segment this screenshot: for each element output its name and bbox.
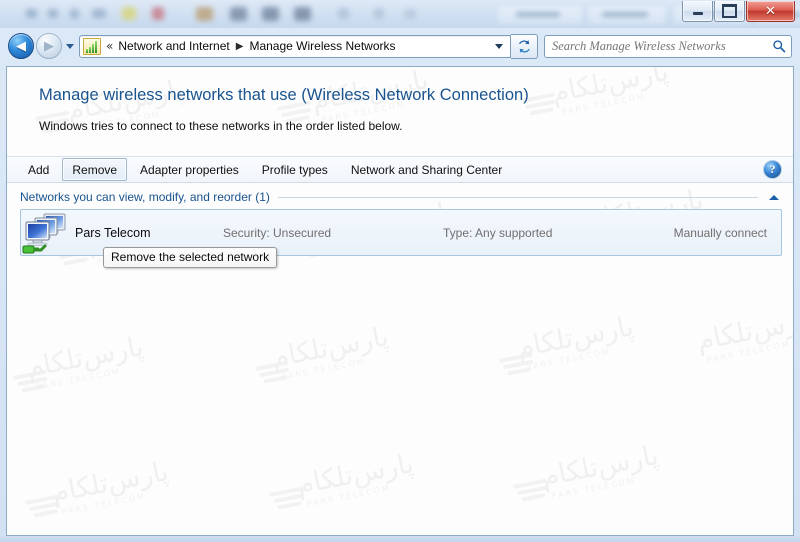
search-box[interactable] [544, 34, 792, 58]
chevron-down-icon [495, 43, 503, 49]
help-icon: ? [763, 160, 782, 179]
breadcrumb-overflow-icon[interactable]: « [106, 39, 113, 53]
window-controls: ✕ [681, 1, 795, 23]
section-divider [277, 196, 758, 198]
maximize-button[interactable] [714, 1, 745, 22]
command-toolbar: Add Remove Adapter properties Profile ty… [7, 156, 793, 183]
network-computers-icon [21, 210, 75, 255]
refresh-button[interactable] [511, 33, 538, 59]
watermark-grid-icon [12, 368, 57, 401]
breadcrumb-separator-icon: ▶ [235, 40, 244, 52]
search-icon[interactable] [771, 39, 787, 53]
close-button[interactable]: ✕ [746, 1, 795, 22]
watermark: پارس‌تلکامPARS TELECOM [539, 440, 662, 501]
back-arrow-icon: ◀ [16, 38, 26, 54]
toolbar-button-remove[interactable]: Remove [62, 158, 128, 181]
tooltip: Remove the selected network [103, 247, 278, 268]
watermark-grid-icon [24, 493, 69, 526]
toolbar-button-network-and-sharing-center[interactable]: Network and Sharing Center [341, 158, 512, 181]
section-label: Networks you can view, modify, and reord… [20, 190, 270, 204]
page-title: Manage wireless networks that use (Wirel… [39, 86, 529, 104]
refresh-icon [518, 39, 530, 53]
help-button[interactable]: ? [763, 160, 783, 180]
search-input[interactable] [552, 38, 771, 54]
watermark: پارس‌تلکامPARS TELECOM [694, 304, 793, 365]
watermark: پارس‌تلکامPARS TELECOM [514, 311, 637, 372]
watermark-grid-icon [268, 485, 313, 518]
forward-arrow-icon: ▶ [44, 38, 54, 54]
chevron-down-icon [65, 43, 74, 49]
maximize-icon [722, 4, 737, 18]
recent-pages-button[interactable] [62, 34, 77, 58]
content-pane: پارس‌تلکام PARS TELECOM پارس‌تلکام PARS TE… [6, 66, 794, 536]
address-bar: ◀ ▶ « Network and Internet ▶ Manage Wire… [0, 28, 800, 64]
watermark: پارس‌تلکامPARS TELECOM [294, 448, 417, 509]
watermark: پارس‌تلکامPARS TELECOM [24, 331, 147, 392]
toolbar-button-profile-types[interactable]: Profile types [252, 158, 338, 181]
network-type: Type: Any supported [443, 225, 553, 240]
close-icon: ✕ [765, 3, 776, 19]
minimize-icon [692, 12, 703, 15]
window-root: ✕ ◀ ▶ « Network and Internet ▶ Manage Wi… [0, 0, 800, 542]
section-header: Networks you can view, modify, and reord… [20, 188, 782, 206]
breadcrumb[interactable]: « Network and Internet ▶ Manage Wireless… [79, 34, 511, 58]
breadcrumb-item-manage-wireless-networks[interactable]: Manage Wireless Networks [249, 39, 395, 53]
watermark-grid-icon [512, 477, 557, 510]
chevron-up-icon [769, 194, 779, 200]
network-connection-mode: Manually connect [673, 225, 767, 240]
network-security: Security: Unsecured [223, 225, 332, 240]
toolbar-button-add[interactable]: Add [18, 158, 59, 181]
back-button[interactable]: ◀ [8, 33, 34, 59]
section-collapse-button[interactable] [766, 189, 782, 205]
watermark-grid-icon [254, 359, 299, 392]
window-bottom-frame [0, 536, 800, 542]
watermark: پارس‌تلکامPARS TELECOM [549, 67, 672, 117]
toolbar-button-adapter-properties[interactable]: Adapter properties [130, 158, 249, 181]
page-subtitle: Windows tries to connect to these networ… [39, 119, 403, 133]
network-name: Pars Telecom [75, 225, 151, 240]
wireless-signal-icon [83, 37, 101, 55]
watermark-layer: پارس‌تلکام PARS TELECOM پارس‌تلکام PARS TE… [7, 67, 793, 535]
minimize-button[interactable] [682, 1, 713, 22]
watermark-grid-icon [498, 351, 543, 384]
obscured-top-toolbar [0, 0, 800, 28]
breadcrumb-item-network-and-internet[interactable]: Network and Internet [118, 39, 229, 53]
forward-button[interactable]: ▶ [36, 33, 62, 59]
breadcrumb-dropdown-button[interactable] [492, 36, 506, 56]
watermark: پارس‌تلکامPARS TELECOM [269, 321, 392, 382]
watermark: پارس‌تلکامPARS TELECOM [49, 456, 172, 517]
